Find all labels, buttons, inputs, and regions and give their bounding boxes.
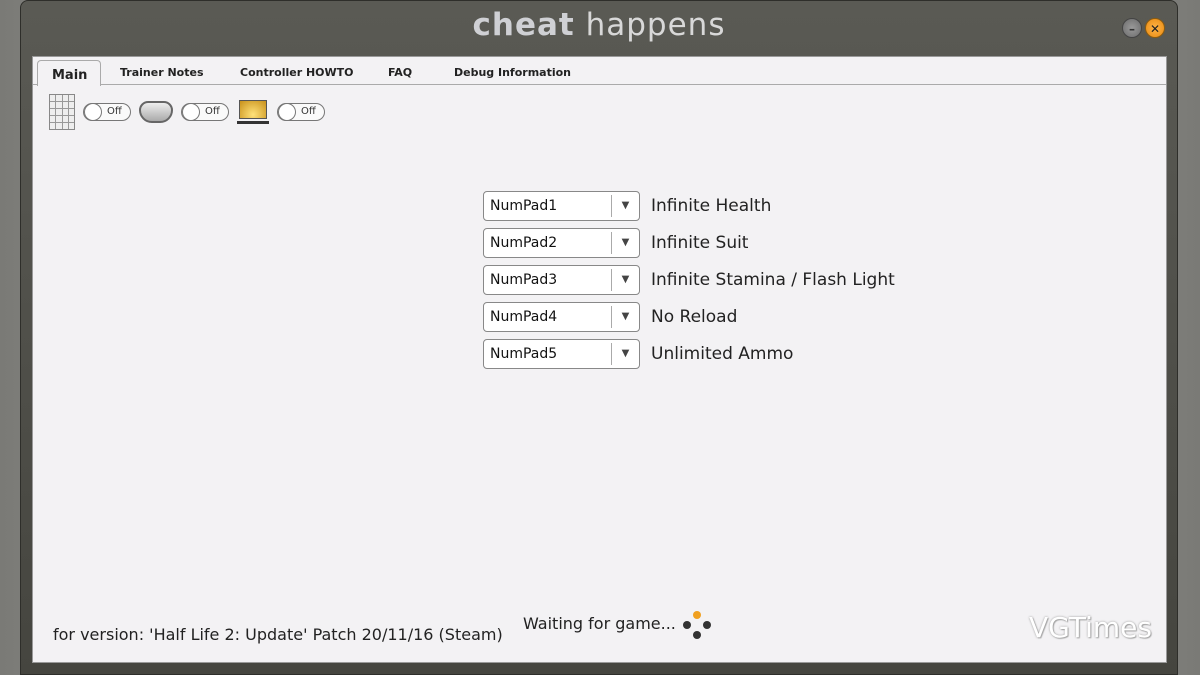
cheat-row: NumPad1 ▼ Infinite Health [483, 187, 895, 224]
numpad-toggle[interactable]: Off [83, 103, 131, 121]
trainer-window: cheat happens – ✕ Main Trainer Notes Con… [20, 0, 1178, 675]
app-title: cheat happens [472, 7, 726, 43]
chevron-down-icon[interactable]: ▼ [611, 194, 639, 217]
chevron-down-icon[interactable]: ▼ [611, 268, 639, 291]
status-text: Waiting for game... [523, 614, 676, 633]
main-panel: Main Trainer Notes Controller HOWTO FAQ … [32, 56, 1167, 663]
tab-debug-information[interactable]: Debug Information [454, 66, 571, 79]
chevron-down-icon[interactable]: ▼ [611, 231, 639, 254]
chevron-down-icon[interactable]: ▼ [611, 305, 639, 328]
cheat-row: NumPad2 ▼ Infinite Suit [483, 224, 895, 261]
hotkey-select[interactable]: NumPad1 ▼ [483, 190, 640, 221]
hotkey-select[interactable]: NumPad3 ▼ [483, 264, 640, 295]
cheat-row: NumPad4 ▼ No Reload [483, 298, 895, 335]
cheat-label: Unlimited Ammo [651, 343, 794, 364]
gamepad-toggle[interactable]: Off [181, 103, 229, 121]
numpad-icon [49, 94, 75, 130]
laptop-icon [237, 100, 269, 124]
watermark-logo: VGTimes [1029, 611, 1152, 644]
cheat-label: No Reload [651, 306, 738, 327]
hotkey-select[interactable]: NumPad5 ▼ [483, 338, 640, 369]
cheat-list: NumPad1 ▼ Infinite Health NumPad2 ▼ Infinite… [483, 187, 895, 372]
tab-controller-howto[interactable]: Controller HOWTO [240, 66, 354, 79]
cheat-label: Infinite Health [651, 195, 772, 216]
tab-main[interactable]: Main [37, 60, 101, 86]
chevron-down-icon[interactable]: ▼ [611, 342, 639, 365]
tab-faq[interactable]: FAQ [388, 66, 412, 79]
loading-spinner-icon [683, 611, 711, 639]
cheat-label: Infinite Suit [651, 232, 749, 253]
cheat-label: Infinite Stamina / Flash Light [651, 269, 895, 290]
gamepad-icon [139, 101, 173, 123]
overlay-toggle[interactable]: Off [277, 103, 325, 121]
minimize-button[interactable]: – [1122, 18, 1142, 38]
version-text: for version: 'Half Life 2: Update' Patch… [53, 625, 503, 644]
tab-trainer-notes[interactable]: Trainer Notes [120, 66, 204, 79]
close-button[interactable]: ✕ [1145, 18, 1165, 38]
tab-bar: Main Trainer Notes Controller HOWTO FAQ … [33, 57, 1166, 86]
hotkey-select[interactable]: NumPad4 ▼ [483, 301, 640, 332]
hotkey-select[interactable]: NumPad2 ▼ [483, 227, 640, 258]
cheat-row: NumPad3 ▼ Infinite Stamina / Flash Light [483, 261, 895, 298]
cheat-row: NumPad5 ▼ Unlimited Ammo [483, 335, 895, 372]
